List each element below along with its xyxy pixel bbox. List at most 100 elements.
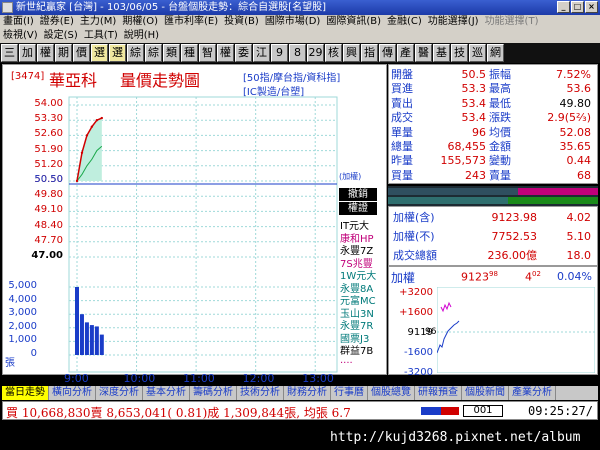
tab-4[interactable]: 籌碼分析: [190, 386, 237, 400]
menu-item-5[interactable]: 投資(B): [221, 15, 262, 29]
tab-0[interactable]: 當日走勢: [2, 386, 49, 400]
time-tick-label: 12:00: [242, 372, 275, 385]
tab-9[interactable]: 研報預查: [415, 386, 462, 400]
tab-11[interactable]: 產業分析: [509, 386, 556, 400]
menu-item-1[interactable]: 證券(E): [37, 15, 77, 29]
tab-1[interactable]: 橫向分析: [49, 386, 96, 400]
broker-tag[interactable]: 撤銷: [339, 188, 377, 201]
menu2-item-2[interactable]: 工具(T): [81, 29, 121, 43]
window-title-bar[interactable]: 新世紀贏家 [台灣] - 103/06/05 - 台盤個股走勢：綜合自選股[名望…: [0, 0, 600, 15]
close-button[interactable]: ×: [585, 1, 598, 13]
toolbar-button-26[interactable]: 巡: [469, 44, 486, 62]
tab-8[interactable]: 個股總覽: [368, 386, 415, 400]
menu2-item-1[interactable]: 設定(S): [41, 29, 81, 43]
toolbar-button-13[interactable]: 委: [235, 44, 252, 62]
price-point: [90, 125, 94, 128]
broker-item[interactable]: ....: [340, 355, 353, 366]
price-tick-label: 48.40: [34, 219, 63, 231]
toolbar-button-25[interactable]: 技: [451, 44, 468, 62]
toolbar-button-6[interactable]: 選: [109, 44, 126, 62]
mini-current-marker: 96: [425, 327, 437, 337]
volume-tick-label: 1,000: [8, 334, 37, 346]
quote-label: 變動: [489, 154, 511, 168]
mini-tick-label: +1600: [399, 307, 433, 318]
menu-item-3[interactable]: 期權(O): [119, 15, 161, 29]
toolbar-button-4[interactable]: 價: [73, 44, 90, 62]
quote-label: 最高: [489, 82, 511, 96]
quote-value: 243: [465, 168, 486, 182]
toolbar-button-5[interactable]: 選: [91, 44, 108, 62]
maximize-button[interactable]: □: [571, 1, 584, 13]
toolbar-button-7[interactable]: 綜: [127, 44, 144, 62]
secondary-menu-bar: 檢視(V) 設定(S) 工具(T) 說明(H): [0, 29, 600, 43]
minimize-button[interactable]: _: [557, 1, 570, 13]
price-tick-label: 47.70: [34, 234, 63, 246]
toolbar-button-12[interactable]: 權: [217, 44, 234, 62]
toolbar-button-10[interactable]: 種: [181, 44, 198, 62]
menu-item-7[interactable]: 國際資訊(B): [323, 15, 384, 29]
quote-value: 96: [472, 125, 486, 139]
menu-item-8[interactable]: 金融(C): [384, 15, 425, 29]
toolbar-button-0[interactable]: 三: [1, 44, 18, 62]
tab-5[interactable]: 技術分析: [237, 386, 284, 400]
tab-3[interactable]: 基本分析: [143, 386, 190, 400]
toolbar: 三加權期價選選綜綜類種智權委江 9 8 29 核興指傳產醫基技巡網: [0, 43, 600, 63]
menu2-item-3[interactable]: 說明(H): [121, 29, 162, 43]
price-tick-label: 47.00: [31, 250, 63, 261]
tab-6[interactable]: 財務分析: [284, 386, 331, 400]
menu-item-4[interactable]: 匯市利率(E): [161, 15, 221, 29]
quote-value: 53.4: [461, 96, 487, 110]
quote-label: 漲跌: [489, 111, 511, 125]
volume-tick-label: 2,000: [8, 320, 37, 332]
chart-frame: [68, 96, 338, 373]
menu-item-6[interactable]: 國際市場(D): [262, 15, 324, 29]
stock-index-counter[interactable]: 001: [463, 405, 503, 417]
toolbar-button-9[interactable]: 類: [163, 44, 180, 62]
menu-item-0[interactable]: 畫面(I): [0, 15, 37, 29]
toolbar-button-3[interactable]: 期: [55, 44, 72, 62]
quote-row: 賣出 53.4 最低 49.80: [389, 97, 599, 111]
toolbar-button-8[interactable]: 綜: [145, 44, 162, 62]
price-tick-label: 54.00: [34, 98, 63, 109]
toolbar-button-24[interactable]: 基: [433, 44, 450, 62]
toolbar-button-22[interactable]: 產: [397, 44, 414, 62]
mini-index-line: [437, 320, 460, 354]
toolbar-button-18[interactable]: 核: [325, 44, 342, 62]
price-tick-label: 51.90: [34, 143, 63, 155]
quote-label: 賣量: [489, 168, 511, 182]
quote-value: 35.65: [559, 140, 592, 153]
toolbar-button-15[interactable]: 9: [271, 44, 288, 62]
toolbar-button-2[interactable]: 權: [37, 44, 54, 62]
tab-10[interactable]: 個股新聞: [462, 386, 509, 400]
toolbar-button-11[interactable]: 智: [199, 44, 216, 62]
watermark-url: http://kujd3268.pixnet.net/album: [330, 430, 581, 445]
mini-index-pct: 0.04%: [557, 270, 592, 283]
mini-tick-label: -3200: [403, 367, 433, 378]
tab-7[interactable]: 行事曆: [331, 386, 368, 400]
toolbar-button-1[interactable]: 加: [19, 44, 36, 62]
toolbar-button-23[interactable]: 醫: [415, 44, 432, 62]
menu-item-2[interactable]: 主力(M): [77, 15, 119, 29]
quote-row: 昨量 155,573 變動 0.44: [389, 154, 599, 168]
broker-tag[interactable]: 權證: [339, 202, 377, 215]
price-tick-label: 52.60: [34, 128, 63, 140]
menu-item-disabled-0[interactable]: 功能選擇(T): [482, 15, 542, 29]
toolbar-button-16[interactable]: 8: [289, 44, 306, 62]
toolbar-button-19[interactable]: 興: [343, 44, 360, 62]
toolbar-button-21[interactable]: 傳: [379, 44, 396, 62]
analysis-tabs: 當日走勢 橫向分析 深度分析 基本分析 籌碼分析 技術分析 財務分析 行事曆 個股總覽 研報預查個…: [2, 386, 598, 400]
toolbar-button-14[interactable]: 江: [253, 44, 270, 62]
toolbar-button-17[interactable]: 29: [307, 44, 324, 62]
menu-item-9[interactable]: 功能選擇(J): [425, 15, 482, 29]
toolbar-button-27[interactable]: 網: [487, 44, 504, 62]
index-summary-row: 成交總額 236.00億 18.0: [393, 247, 595, 265]
menu2-item-0[interactable]: 檢視(V): [0, 29, 41, 43]
tab-2[interactable]: 深度分析: [96, 386, 143, 400]
mini-upper-line: [440, 301, 452, 313]
index-mini-chart-panel[interactable]: 加權 912398 402 0.04% +3200 +1600 9119 -1600-…: [388, 266, 598, 378]
volume-tick-label: 5,000: [8, 280, 37, 291]
quote-value: 0.44: [566, 154, 592, 168]
toolbar-button-20[interactable]: 指: [361, 44, 378, 62]
price-point: [85, 134, 89, 137]
index-summary-change: 18.0: [566, 249, 592, 262]
